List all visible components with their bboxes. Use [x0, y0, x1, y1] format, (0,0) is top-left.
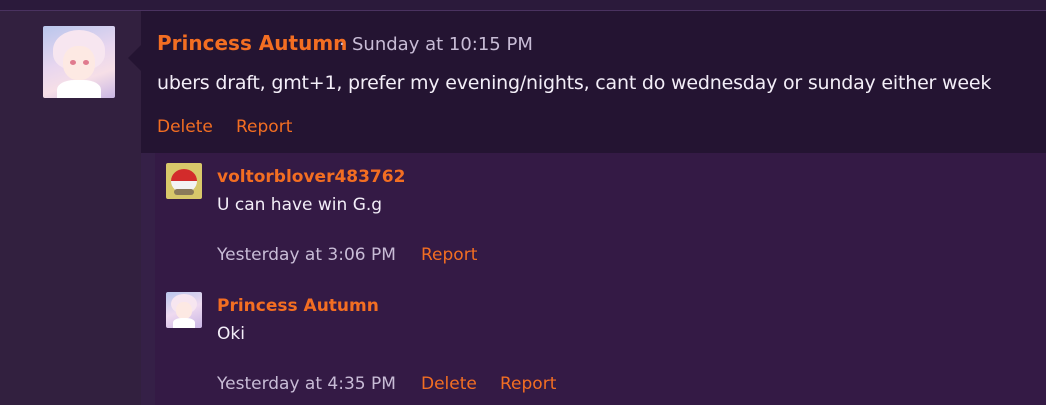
report-button[interactable]: Report — [421, 245, 477, 265]
post-pointer-arrow — [128, 45, 141, 71]
anime-girl-avatar[interactable] — [166, 292, 202, 328]
delete-button[interactable]: Delete — [421, 374, 477, 394]
post-author-link[interactable]: Princess Autumn — [157, 31, 347, 55]
top-divider — [0, 0, 1046, 11]
reply-timestamp[interactable]: Yesterday at 4:35 PM — [217, 374, 396, 394]
replies-section: voltorblover483762 U can have win G.g Ye… — [155, 153, 1046, 405]
reply-message: Oki — [217, 324, 245, 344]
voltorb-avatar[interactable] — [166, 163, 202, 199]
reply-timestamp[interactable]: Yesterday at 3:06 PM — [217, 245, 396, 265]
post-message: ubers draft, gmt+1, prefer my evening/ni… — [157, 72, 992, 94]
report-button[interactable]: Report — [500, 374, 556, 394]
reply-message: U can have win G.g — [217, 195, 383, 215]
delete-button[interactable]: Delete — [157, 117, 213, 137]
reply-author-link[interactable]: Princess Autumn — [217, 296, 379, 316]
report-button[interactable]: Report — [236, 117, 292, 137]
post: Princess Autumn · Sunday at 10:15 PM ube… — [141, 11, 1046, 153]
post-timestamp[interactable]: Sunday at 10:15 PM — [352, 34, 533, 55]
avatar[interactable] — [43, 26, 115, 98]
reply-author-link[interactable]: voltorblover483762 — [217, 167, 405, 187]
meta-separator: · — [339, 34, 345, 55]
